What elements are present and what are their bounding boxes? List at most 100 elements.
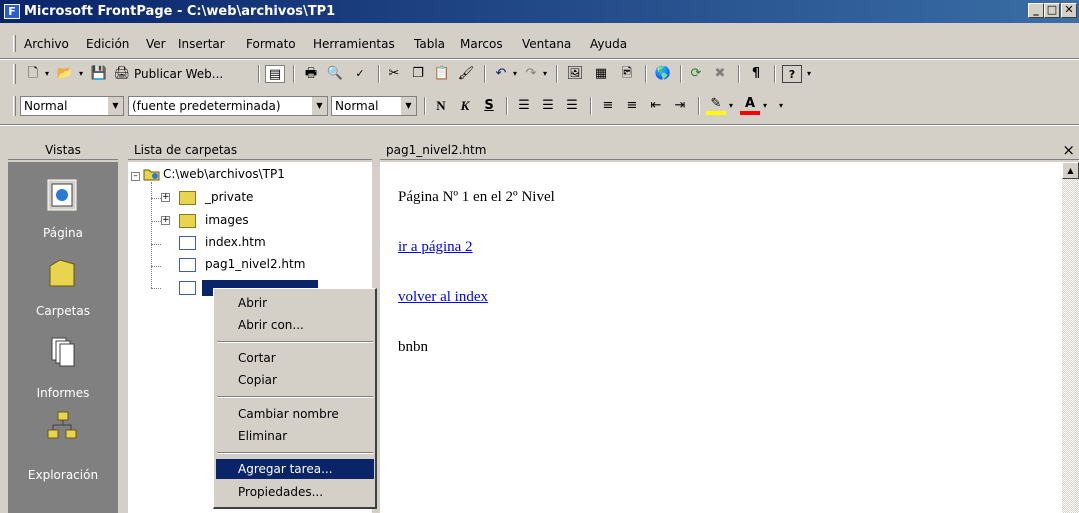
show-all-icon[interactable]: ¶ (746, 65, 766, 83)
menu-ver[interactable]: Ver (146, 37, 166, 51)
font-color-icon[interactable]: A (740, 97, 760, 115)
maximize-button[interactable]: □ (1044, 3, 1060, 18)
menu-insertar[interactable]: Insertar (178, 37, 225, 51)
numbered-list-icon[interactable]: ≡ (598, 97, 618, 115)
page-view-icon (47, 179, 77, 211)
cut-icon[interactable]: ✂ (384, 65, 404, 83)
font-select[interactable]: (fuente predeterminada) ▼ (128, 96, 328, 116)
menu-formato[interactable]: Formato (246, 37, 296, 51)
page-link-index[interactable]: volver al index (398, 289, 488, 306)
tree-item-pag1-nivel2[interactable]: pag1_nivel2.htm (205, 257, 305, 271)
tree-root-label[interactable]: C:\web\archivos\TP1 (163, 167, 285, 181)
publish-web-button[interactable]: Publicar Web... (134, 65, 250, 83)
open-icon[interactable]: 📂 (55, 65, 75, 83)
page-link-pagina-2[interactable]: ir a página 2 (398, 239, 473, 256)
paste-icon[interactable]: 📋 (432, 65, 452, 83)
format-painter-icon[interactable]: 🖌 (456, 65, 476, 83)
font-color-dropdown-icon[interactable]: ▾ (760, 97, 770, 115)
tree-item-index[interactable]: index.htm (205, 235, 266, 249)
expand-private-icon[interactable]: + (161, 193, 170, 202)
view-reports-button[interactable]: Informes (8, 330, 118, 410)
menu-ventana[interactable]: Ventana (522, 37, 571, 51)
chevron-down-icon[interactable]: ▼ (311, 97, 327, 115)
insert-table-icon[interactable]: ▦ (590, 65, 612, 83)
style-select[interactable]: Normal ▼ (20, 96, 124, 116)
scroll-up-icon[interactable]: ▲ (1062, 162, 1079, 179)
decrease-indent-icon[interactable]: ⇤ (646, 97, 666, 115)
menu-item-abrir[interactable]: Abrir (216, 293, 374, 313)
hyperlink-icon[interactable]: 🌎 (652, 65, 674, 83)
vertical-scrollbar[interactable]: ▲ (1062, 162, 1079, 513)
frontpage-app-icon[interactable]: F (4, 4, 20, 19)
insert-picture-icon[interactable]: 🖻 (616, 65, 638, 83)
bulleted-list-icon[interactable]: ≡ (622, 97, 642, 115)
menu-ayuda[interactable]: Ayuda (590, 37, 627, 51)
chevron-down-icon[interactable]: ▼ (400, 97, 416, 115)
toolbar-grip[interactable] (13, 64, 16, 84)
italic-button[interactable]: K (456, 97, 474, 115)
folder-list-icon[interactable]: ▤ (265, 65, 285, 83)
increase-indent-icon[interactable]: ⇥ (670, 97, 690, 115)
refresh-icon[interactable]: ⟳ (686, 65, 706, 83)
toolbar-separator (424, 97, 426, 115)
undo-icon[interactable]: ↶ (492, 65, 510, 83)
menu-item-propiedades[interactable]: Propiedades... (216, 482, 374, 502)
menubar-grip[interactable] (13, 35, 16, 52)
tree-item-images[interactable]: images (205, 213, 249, 227)
open-dropdown-icon[interactable]: ▾ (76, 65, 86, 83)
print-icon[interactable]: 🖶 (301, 65, 321, 83)
redo-icon[interactable]: ↷ (522, 65, 540, 83)
spelling-icon[interactable]: ✓ (350, 65, 370, 83)
highlight-dropdown-icon[interactable]: ▾ (726, 97, 736, 115)
highlight-icon[interactable]: ✎ (706, 97, 726, 115)
close-icon[interactable]: × (1062, 140, 1075, 160)
page-tab[interactable]: pag1_nivel2.htm × (380, 140, 1079, 160)
new-dropdown-icon[interactable]: ▾ (42, 65, 52, 83)
formatting-toolbar-grip[interactable] (13, 96, 16, 116)
view-navigation-button[interactable]: Exploración (8, 410, 118, 490)
menu-archivo[interactable]: Archivo (24, 37, 69, 51)
undo-dropdown-icon[interactable]: ▾ (510, 65, 520, 83)
align-center-icon[interactable]: ☰ (538, 97, 558, 115)
insert-component-icon[interactable]: 🖼 (564, 65, 586, 83)
redo-dropdown-icon[interactable]: ▾ (540, 65, 550, 83)
menu-herramientas[interactable]: Herramientas (313, 37, 395, 51)
view-page-button[interactable]: Página (8, 170, 118, 250)
tree-item-private[interactable]: _private (205, 190, 253, 204)
page-tab-label: pag1_nivel2.htm (386, 143, 487, 157)
font-size-select[interactable]: Normal ▼ (331, 96, 417, 116)
title-bar[interactable]: F Microsoft FrontPage - C:\web\archivos\… (0, 0, 1079, 23)
view-folders-button[interactable]: Carpetas (8, 250, 118, 330)
formatting-options-icon[interactable]: ▾ (776, 97, 786, 115)
html-file-icon (179, 236, 196, 250)
copy-icon[interactable]: ❐ (408, 65, 428, 83)
publish-icon[interactable]: 🖨 (112, 65, 132, 83)
menu-tabla[interactable]: Tabla (414, 37, 445, 51)
stop-icon[interactable]: ✖ (710, 65, 730, 83)
save-icon[interactable]: 💾 (90, 65, 108, 83)
menu-item-cambiar-nombre[interactable]: Cambiar nombre (216, 404, 374, 424)
print-preview-icon[interactable]: 🔍 (325, 65, 345, 83)
page-editor[interactable]: Página Nº 1 en el 2º Nivel ir a página 2… (380, 162, 1079, 513)
font-select-value: (fuente predeterminada) (132, 99, 281, 113)
menu-item-agregar-tarea[interactable]: Agregar tarea... (216, 459, 374, 479)
close-button[interactable]: ✕ (1061, 3, 1077, 18)
toolbar-options-icon[interactable]: ▾ (804, 65, 814, 83)
help-icon[interactable]: ? (782, 65, 802, 83)
underline-button[interactable]: S (480, 97, 498, 115)
menu-edicion[interactable]: Edición (86, 37, 129, 51)
folders-view-icon (49, 259, 75, 287)
minimize-button[interactable]: _ (1028, 3, 1044, 18)
menu-item-copiar[interactable]: Copiar (216, 370, 374, 390)
new-icon[interactable]: 🗋 (24, 65, 42, 83)
collapse-root-icon[interactable]: – (131, 172, 140, 181)
menu-item-cortar[interactable]: Cortar (216, 348, 374, 368)
bold-button[interactable]: N (432, 97, 450, 115)
align-right-icon[interactable]: ☰ (562, 97, 582, 115)
chevron-down-icon[interactable]: ▼ (107, 97, 123, 115)
expand-images-icon[interactable]: + (161, 216, 170, 225)
menu-item-eliminar[interactable]: Eliminar (216, 426, 374, 446)
align-left-icon[interactable]: ☰ (514, 97, 534, 115)
menu-marcos[interactable]: Marcos (460, 37, 503, 51)
menu-item-abrir-con[interactable]: Abrir con... (216, 315, 374, 335)
